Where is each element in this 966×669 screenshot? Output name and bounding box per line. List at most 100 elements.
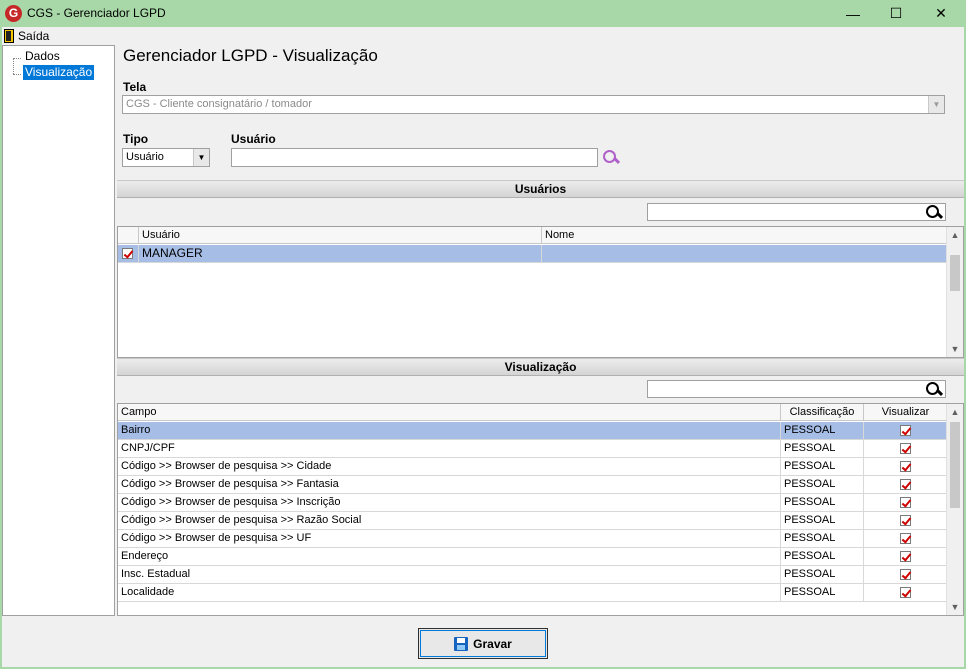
usuarios-scrollbar[interactable]: ▲ ▼: [946, 227, 963, 357]
cell-nome: [542, 245, 947, 262]
scroll-thumb[interactable]: [950, 422, 960, 508]
checkbox-checked-icon[interactable]: [900, 478, 911, 490]
column-header-visualizar[interactable]: Visualizar: [864, 404, 947, 421]
cell-classificacao: PESSOAL: [781, 566, 864, 583]
cell-classificacao: PESSOAL: [781, 458, 864, 475]
cell-visualizar[interactable]: [864, 440, 947, 457]
usuarios-filter-field[interactable]: [648, 204, 945, 220]
cell-campo: Código >> Browser de pesquisa >> Fantasi…: [118, 476, 781, 493]
tree-item-visualizacao[interactable]: Visualização: [23, 65, 95, 80]
column-header-classificacao[interactable]: Classificação: [781, 404, 864, 421]
column-header-usuario[interactable]: Usuário: [139, 227, 542, 244]
checkbox-checked-icon[interactable]: [122, 247, 133, 259]
cell-classificacao: PESSOAL: [781, 440, 864, 457]
tipo-select[interactable]: Usuário ▼: [122, 148, 210, 167]
tipo-select-value: Usuário: [126, 151, 164, 163]
cell-campo: Bairro: [118, 422, 781, 439]
cell-campo: Código >> Browser de pesquisa >> UF: [118, 530, 781, 547]
table-row[interactable]: Código >> Browser de pesquisa >> Fantasi…: [118, 476, 947, 494]
cell-usuario: MANAGER: [139, 245, 542, 262]
cell-visualizar[interactable]: [864, 476, 947, 493]
tree-item-dados[interactable]: Dados: [23, 49, 62, 64]
cell-campo: Endereço: [118, 548, 781, 565]
tree-connector: [13, 58, 14, 74]
checkbox-checked-icon[interactable]: [900, 442, 911, 454]
cell-classificacao: PESSOAL: [781, 548, 864, 565]
column-header-campo[interactable]: Campo: [118, 404, 781, 421]
usuarios-grid-header: Usuário Nome: [118, 227, 947, 244]
checkbox-checked-icon[interactable]: [900, 532, 911, 544]
minimize-button[interactable]: —: [830, 0, 876, 27]
chevron-down-icon[interactable]: ▼: [193, 149, 209, 166]
checkbox-checked-icon[interactable]: [900, 496, 911, 508]
search-icon[interactable]: [925, 204, 943, 222]
usuario-label: Usuário: [231, 132, 276, 146]
cell-visualizar[interactable]: [864, 548, 947, 565]
checkbox-checked-icon[interactable]: [900, 514, 911, 526]
cell-visualizar[interactable]: [864, 584, 947, 601]
cell-visualizar[interactable]: [864, 458, 947, 475]
tela-select-value: CGS - Cliente consignatário / tomador: [126, 98, 312, 110]
cell-visualizar[interactable]: [864, 512, 947, 529]
cell-visualizar[interactable]: [864, 494, 947, 511]
cell-classificacao: PESSOAL: [781, 512, 864, 529]
tela-select[interactable]: CGS - Cliente consignatário / tomador ▼: [122, 95, 945, 114]
cell-classificacao: PESSOAL: [781, 494, 864, 511]
chevron-down-icon[interactable]: ▼: [928, 96, 944, 113]
navigation-tree: Dados Visualização: [2, 45, 115, 616]
select-column-header: [118, 227, 139, 244]
table-row[interactable]: Código >> Browser de pesquisa >> UF PESSO…: [118, 530, 947, 548]
title-bar[interactable]: G CGS - Gerenciador LGPD — ☐ ✕: [0, 0, 966, 27]
row-checkbox-cell[interactable]: [118, 245, 139, 262]
cell-campo: Código >> Browser de pesquisa >> Inscriç…: [118, 494, 781, 511]
visualizacao-grid-header: Campo Classificação Visualizar: [118, 404, 947, 421]
checkbox-checked-icon[interactable]: [900, 460, 911, 472]
scroll-up-icon[interactable]: ▲: [947, 227, 963, 243]
visualizacao-grid: Campo Classificação Visualizar Bairro PES…: [117, 403, 964, 616]
visualizacao-filter-field[interactable]: [648, 381, 945, 397]
scroll-thumb[interactable]: [950, 255, 960, 291]
search-icon[interactable]: [925, 381, 943, 399]
cell-classificacao: PESSOAL: [781, 530, 864, 547]
gravar-button[interactable]: Gravar: [418, 628, 548, 659]
window-title: CGS - Gerenciador LGPD: [27, 6, 166, 20]
table-row[interactable]: Localidade PESSOAL: [118, 584, 947, 602]
menu-saida-label: Saída: [18, 29, 50, 43]
checkbox-checked-icon[interactable]: [900, 550, 911, 562]
table-row[interactable]: Bairro PESSOAL: [118, 422, 947, 440]
table-row[interactable]: Código >> Browser de pesquisa >> Inscriç…: [118, 494, 947, 512]
usuario-input[interactable]: [231, 148, 598, 167]
close-button[interactable]: ✕: [918, 0, 964, 27]
exit-door-icon: [4, 29, 14, 43]
cell-campo: CNPJ/CPF: [118, 440, 781, 457]
menu-saida[interactable]: Saída: [4, 28, 49, 44]
cell-visualizar[interactable]: [864, 566, 947, 583]
checkbox-checked-icon[interactable]: [900, 568, 911, 580]
cell-classificacao: PESSOAL: [781, 476, 864, 493]
usuario-input-field[interactable]: [232, 149, 597, 166]
tree-connector: [13, 58, 21, 59]
table-row[interactable]: Código >> Browser de pesquisa >> Razão S…: [118, 512, 947, 530]
maximize-button[interactable]: ☐: [873, 0, 919, 27]
checkbox-checked-icon[interactable]: [900, 424, 911, 436]
main-window: Saída Dados Visualização Gerenciador LGP…: [2, 27, 964, 667]
cell-visualizar[interactable]: [864, 422, 947, 439]
content-panel: Gerenciador LGPD - Visualização Tela CGS…: [117, 45, 964, 616]
cell-visualizar[interactable]: [864, 530, 947, 547]
table-row[interactable]: CNPJ/CPF PESSOAL: [118, 440, 947, 458]
scroll-down-icon[interactable]: ▼: [947, 341, 963, 357]
scroll-up-icon[interactable]: ▲: [947, 404, 963, 420]
floppy-disk-icon: [454, 636, 469, 651]
table-row[interactable]: Endereço PESSOAL: [118, 548, 947, 566]
visualizacao-filter-input[interactable]: [647, 380, 946, 398]
visualizacao-scrollbar[interactable]: ▲ ▼: [946, 404, 963, 615]
usuarios-filter-input[interactable]: [647, 203, 946, 221]
cell-campo: Localidade: [118, 584, 781, 601]
table-row[interactable]: Código >> Browser de pesquisa >> Cidade P…: [118, 458, 947, 476]
table-row[interactable]: MANAGER: [118, 245, 947, 263]
checkbox-checked-icon[interactable]: [900, 586, 911, 598]
column-header-nome[interactable]: Nome: [542, 227, 947, 244]
search-icon[interactable]: [602, 149, 620, 167]
scroll-down-icon[interactable]: ▼: [947, 599, 963, 615]
table-row[interactable]: Insc. Estadual PESSOAL: [118, 566, 947, 584]
